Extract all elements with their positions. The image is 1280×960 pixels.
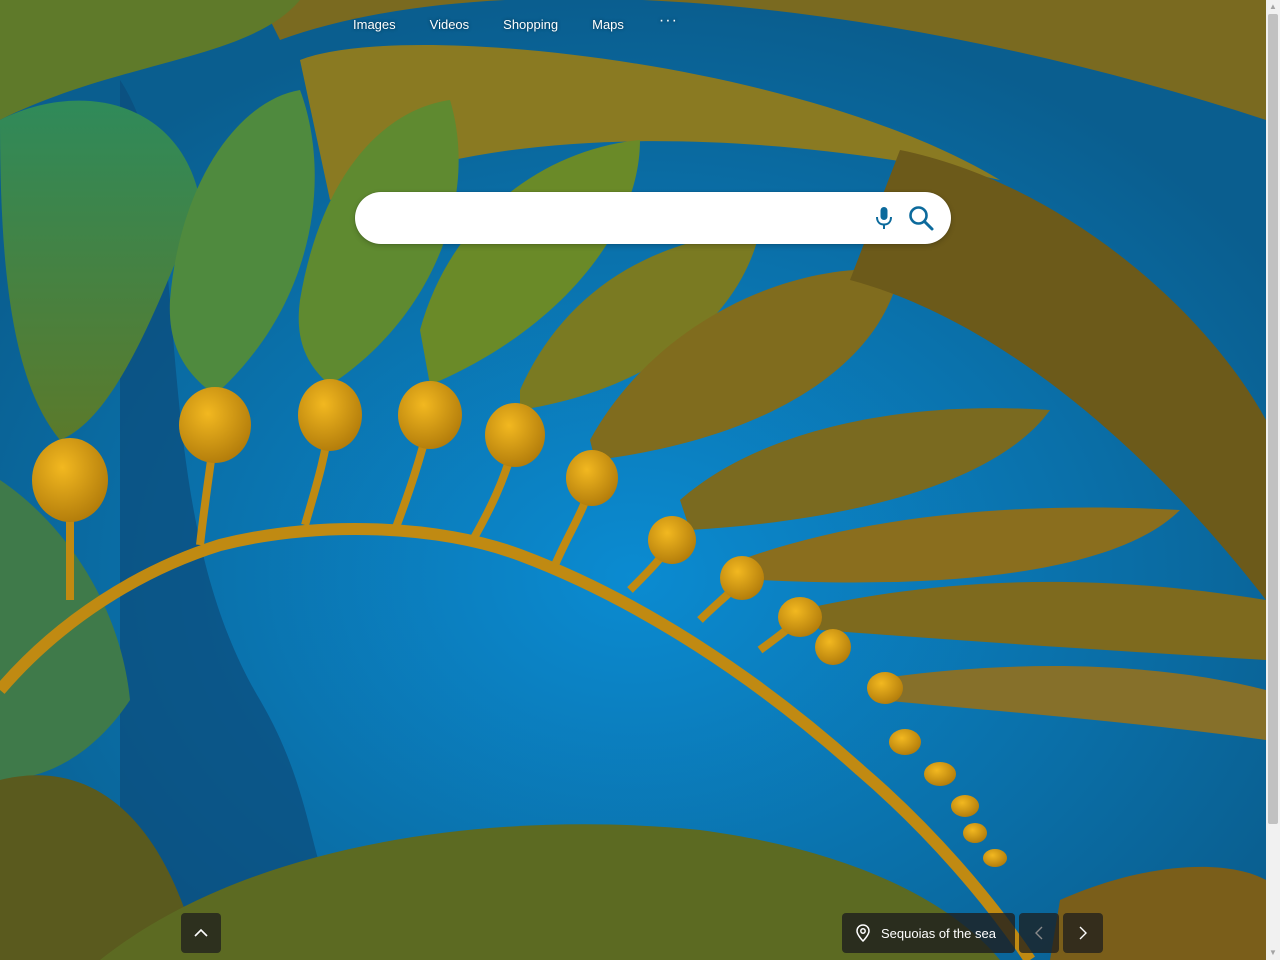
voice-search-button[interactable] bbox=[869, 203, 899, 233]
image-caption[interactable]: Sequoias of the sea bbox=[842, 913, 1015, 953]
microphone-icon bbox=[876, 207, 892, 229]
top-nav: Images Videos Shopping Maps ··· bbox=[336, 12, 696, 36]
scrollbar-thumb[interactable] bbox=[1268, 14, 1278, 824]
nav-item-images[interactable]: Images bbox=[336, 13, 413, 36]
more-menu-button[interactable]: ··· bbox=[641, 12, 696, 36]
location-pin-icon bbox=[856, 924, 870, 942]
scroll-up-button[interactable] bbox=[181, 913, 221, 953]
nav-item-shopping[interactable]: Shopping bbox=[486, 13, 575, 36]
background-image bbox=[0, 0, 1266, 960]
previous-image-button[interactable] bbox=[1019, 913, 1059, 953]
caption-label: Sequoias of the sea bbox=[881, 925, 996, 941]
next-image-button[interactable] bbox=[1063, 913, 1103, 953]
nav-item-maps[interactable]: Maps bbox=[575, 13, 641, 36]
chevron-right-icon bbox=[1079, 926, 1087, 940]
scroll-down-arrow[interactable]: ▼ bbox=[1266, 946, 1280, 960]
scroll-up-arrow[interactable]: ▲ bbox=[1266, 0, 1280, 14]
page-scrollbar[interactable]: ▲ ▼ bbox=[1266, 0, 1280, 960]
nav-item-videos[interactable]: Videos bbox=[413, 13, 487, 36]
search-box bbox=[355, 192, 951, 244]
search-icon bbox=[909, 206, 934, 231]
search-button[interactable] bbox=[906, 203, 936, 233]
chevron-up-icon bbox=[194, 928, 208, 937]
chevron-left-icon bbox=[1035, 926, 1043, 940]
search-input[interactable] bbox=[371, 205, 855, 233]
kelp-illustration bbox=[0, 0, 1266, 960]
